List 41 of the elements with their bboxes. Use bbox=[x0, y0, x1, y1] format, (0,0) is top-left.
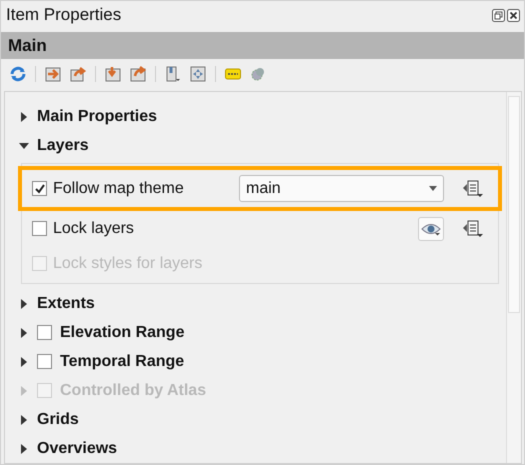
panel-title: Main bbox=[8, 36, 47, 56]
import-icon[interactable] bbox=[105, 66, 121, 82]
expand-arrow-icon[interactable] bbox=[19, 444, 29, 454]
export-icon[interactable] bbox=[130, 66, 146, 82]
page-icon[interactable] bbox=[165, 66, 181, 82]
expand-arrow-icon[interactable] bbox=[19, 356, 29, 366]
expand-arrow-icon[interactable] bbox=[19, 112, 29, 122]
section-title[interactable]: Overviews bbox=[37, 440, 118, 458]
expand-arrow-icon[interactable] bbox=[19, 414, 29, 424]
section-title[interactable]: Elevation Range bbox=[60, 324, 184, 342]
section-title[interactable]: Extents bbox=[37, 294, 95, 312]
checkbox-label[interactable]: Follow map theme bbox=[53, 180, 233, 198]
expand-arrow-icon[interactable] bbox=[19, 328, 29, 338]
expand-arrow-icon[interactable] bbox=[19, 298, 29, 308]
section-title[interactable]: Layers bbox=[37, 136, 89, 154]
checkbox[interactable] bbox=[32, 221, 47, 236]
caret-icon bbox=[429, 186, 437, 191]
scrollbar[interactable] bbox=[506, 92, 521, 463]
section-title[interactable]: Temporal Range bbox=[60, 352, 184, 370]
float-icon[interactable] bbox=[492, 8, 505, 22]
checkbox-label[interactable]: Lock layers bbox=[53, 220, 412, 238]
atlas-icon[interactable] bbox=[250, 66, 266, 82]
window-title: Item Properties bbox=[6, 5, 122, 25]
layer-list-icon[interactable] bbox=[462, 180, 484, 198]
collapse-arrow-icon[interactable] bbox=[19, 140, 29, 150]
section-title[interactable]: Grids bbox=[37, 410, 79, 428]
section-title[interactable]: Main Properties bbox=[37, 108, 158, 126]
label-icon[interactable] bbox=[225, 68, 241, 80]
eye-icon bbox=[421, 222, 441, 236]
export-icon[interactable] bbox=[70, 66, 86, 82]
layer-list-icon[interactable] bbox=[462, 220, 484, 238]
extent-icon[interactable] bbox=[190, 66, 206, 82]
checkbox[interactable] bbox=[37, 354, 52, 369]
checkbox[interactable] bbox=[37, 325, 52, 340]
theme-dropdown[interactable]: main bbox=[239, 175, 444, 202]
eye-button[interactable] bbox=[418, 216, 444, 240]
import-icon[interactable] bbox=[45, 66, 61, 82]
close-icon[interactable] bbox=[507, 8, 520, 22]
checkbox[interactable] bbox=[32, 181, 47, 196]
scrollbar-thumb[interactable] bbox=[508, 96, 520, 313]
refresh-icon[interactable] bbox=[10, 66, 26, 82]
